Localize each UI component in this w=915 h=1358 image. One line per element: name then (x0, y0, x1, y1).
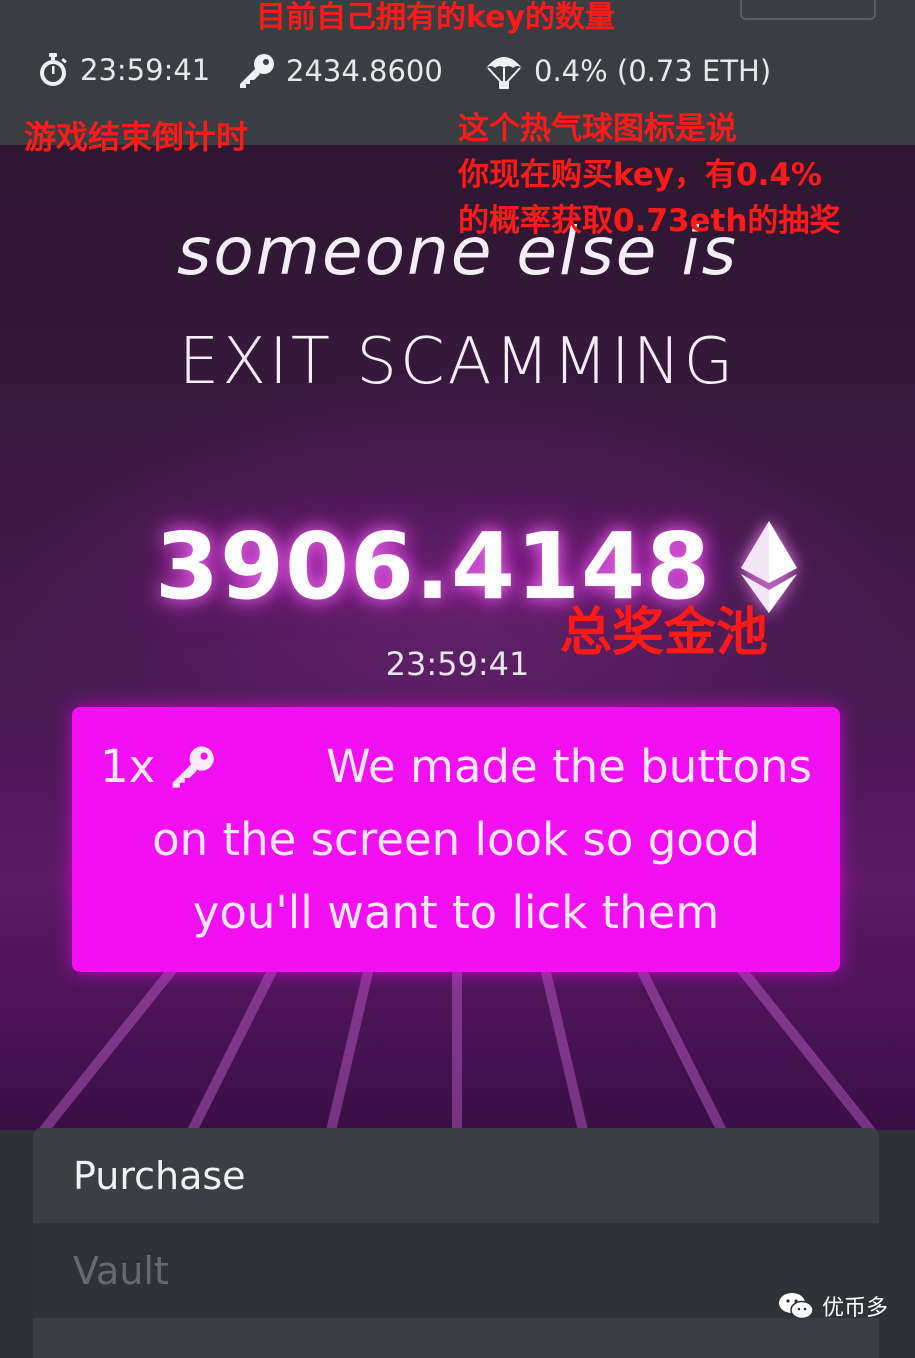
headline-main: EXIT SCAMMING (178, 325, 737, 399)
top-corner-box (740, 0, 876, 20)
annotation-pot: 总奖金池 (560, 603, 769, 663)
annotation-timer: 游戏结束倒计时 (24, 118, 249, 156)
parachute-icon (486, 57, 522, 89)
watermark-text: 优币多 (822, 1296, 889, 1321)
watermark: 优币多 (778, 1290, 888, 1322)
buy-key-button[interactable]: 1x We made the buttons on the screen loo… (72, 707, 840, 972)
buy-button-text-line-1: We made the buttons (326, 740, 812, 793)
buy-button-text-line-3: you'll want to lick them (192, 886, 720, 939)
annotation-keys: 目前自己拥有的key的数量 (256, 0, 616, 35)
buy-quantity-value: 1x (100, 740, 156, 793)
owned-keys-value: 2434.8600 (286, 54, 443, 88)
airdrop-chance-value: 0.4% (0.73 ETH) (534, 54, 772, 88)
key-icon (172, 745, 215, 788)
annotation-airdrop-line-1: 这个热气球图标是说 (458, 111, 737, 147)
round-timer: 23:59:41 (36, 52, 210, 88)
annotation-airdrop-line-3: 的概率获取0.73eth的抽奖 (458, 203, 841, 239)
owned-keys: 2434.8600 (236, 52, 443, 90)
airdrop-chance: 0.4% (0.73 ETH) (484, 52, 771, 90)
tab-vault[interactable]: Vault (33, 1223, 879, 1318)
jackpot-timer: 23:59:41 (385, 645, 530, 683)
tab-purchase[interactable]: Purchase (33, 1128, 879, 1223)
round-timer-value: 23:59:41 (80, 53, 211, 87)
wechat-icon (779, 1293, 814, 1320)
hero-panel: someone else is EXIT SCAMMING 3906.4148 … (0, 145, 915, 1130)
buy-button-text-line-2: on the screen look so good (152, 813, 760, 866)
key-icon (240, 54, 274, 88)
action-tabs: Purchase Vault (33, 1128, 879, 1358)
annotation-airdrop-line-2: 你现在购买key，有0.4% (458, 157, 822, 193)
stopwatch-icon (40, 53, 67, 86)
buy-quantity: 1x (100, 730, 217, 803)
annotation-airdrop: 这个热气球图标是说 你现在购买key，有0.4% 的概率获取0.73eth的抽奖 (458, 106, 840, 244)
buy-button-row-1: 1x We made the buttons (100, 730, 812, 803)
